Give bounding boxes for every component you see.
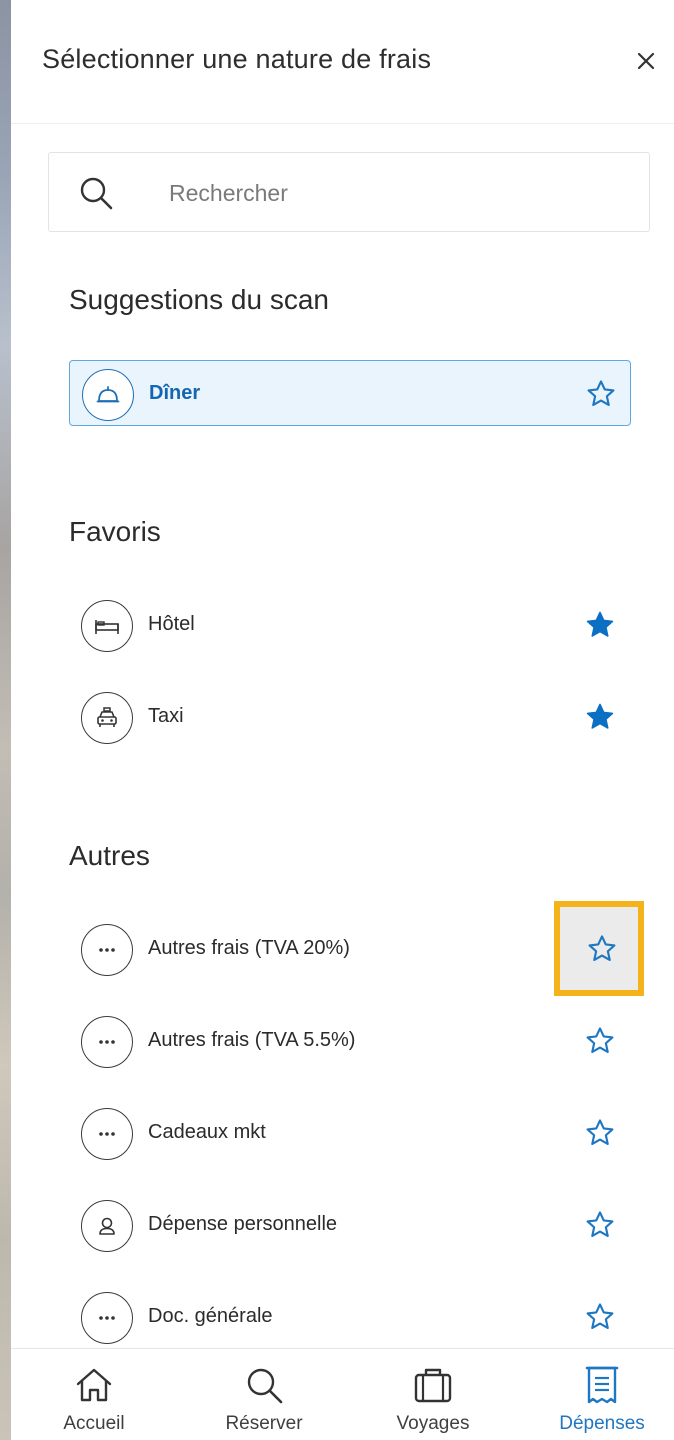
star-outline-icon [586, 1211, 614, 1237]
other-item[interactable]: Autres frais (TVA 20%) [69, 916, 631, 982]
ellipsis-icon [99, 1316, 115, 1320]
category-icon-container [81, 1292, 133, 1344]
close-button[interactable] [631, 46, 661, 76]
nav-tab-voyages[interactable]: Voyages [363, 1349, 503, 1440]
nav-tab-accueil[interactable]: Accueil [24, 1349, 164, 1440]
star-filled-icon [586, 611, 614, 637]
category-label: Dîner [149, 382, 201, 404]
category-icon-container [82, 369, 134, 421]
ellipsis-icon [99, 1040, 115, 1044]
cloche-icon [96, 386, 120, 403]
other-item[interactable]: Doc. générale [69, 1284, 631, 1350]
other-item[interactable]: Dépense personnelle [69, 1192, 631, 1258]
star-outline-icon [586, 1119, 614, 1145]
favorite-toggle[interactable] [582, 375, 620, 413]
category-icon-container [81, 1200, 133, 1252]
star-outline-icon [588, 935, 616, 961]
bed-icon [95, 620, 119, 634]
category-label: Hôtel [148, 613, 195, 635]
nav-tab-depenses[interactable]: Dépenses [532, 1349, 672, 1440]
other-item[interactable]: Autres frais (TVA 5.5%) [69, 1008, 631, 1074]
category-label: Doc. générale [148, 1305, 273, 1327]
suggestion-item-diner[interactable]: Dîner [69, 360, 631, 426]
favorite-item-hotel[interactable]: Hôtel [69, 592, 631, 658]
nav-label: Réserver [225, 1413, 303, 1434]
ellipsis-icon [99, 948, 115, 952]
search-icon [247, 1368, 283, 1404]
category-label: Dépense personnelle [148, 1213, 338, 1235]
favorite-item-taxi[interactable]: Taxi [69, 684, 631, 750]
favorite-toggle[interactable] [583, 930, 621, 968]
search-box [48, 152, 650, 232]
category-icon-container [81, 1016, 133, 1068]
category-icon-container [81, 1108, 133, 1160]
star-outline-icon [587, 380, 615, 406]
star-outline-icon [586, 1027, 614, 1053]
nav-label: Accueil [63, 1413, 125, 1434]
receipt-icon [585, 1366, 619, 1404]
section-title-autres: Autres [69, 840, 150, 871]
section-title-favoris: Favoris [69, 516, 161, 547]
category-icon-container [81, 692, 133, 744]
favorite-toggle[interactable] [581, 1114, 619, 1152]
star-outline-icon [586, 1303, 614, 1329]
nav-tab-reserver[interactable]: Réserver [194, 1349, 334, 1440]
close-icon [637, 52, 655, 70]
category-label: Taxi [148, 705, 184, 727]
other-item[interactable]: Cadeaux mkt [69, 1100, 631, 1166]
taxi-icon [97, 707, 117, 727]
search-input[interactable] [169, 173, 629, 213]
suitcase-icon [414, 1368, 452, 1403]
home-icon [76, 1368, 112, 1402]
favorite-toggle[interactable] [581, 606, 619, 644]
favorite-toggle[interactable] [581, 1206, 619, 1244]
category-label: Autres frais (TVA 5.5%) [148, 1029, 356, 1051]
favorite-toggle[interactable] [581, 1022, 619, 1060]
category-label: Cadeaux mkt [148, 1121, 266, 1143]
section-title-suggestions: Suggestions du scan [69, 284, 329, 315]
star-filled-icon [586, 703, 614, 729]
page-title: Sélectionner une nature de frais [42, 44, 432, 74]
bottom-navigation: Accueil Réserver Voyages Dépenses [11, 1348, 674, 1440]
background-strip [0, 0, 11, 1440]
nav-label: Dépenses [559, 1413, 645, 1434]
sheet-header: Sélectionner une nature de frais [11, 0, 674, 124]
favorite-toggle[interactable] [581, 698, 619, 736]
person-icon [99, 1217, 115, 1235]
ellipsis-icon [99, 1132, 115, 1136]
category-icon-container [81, 600, 133, 652]
category-icon-container [81, 924, 133, 976]
nav-label: Voyages [396, 1413, 470, 1434]
expense-type-sheet: Sélectionner une nature de frais Suggest… [11, 0, 674, 1440]
category-label: Autres frais (TVA 20%) [148, 937, 350, 959]
favorite-toggle[interactable] [581, 1298, 619, 1336]
search-icon [80, 177, 113, 210]
